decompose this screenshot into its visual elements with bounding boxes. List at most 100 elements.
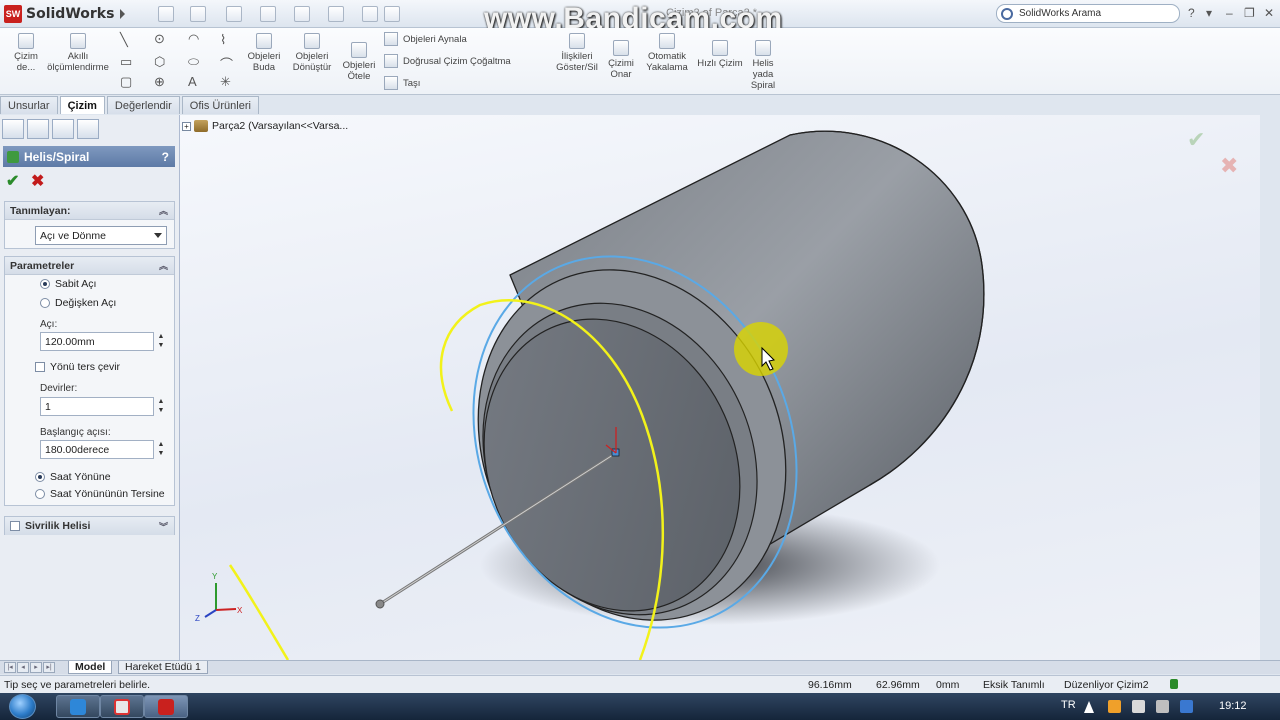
sketch-endpoint[interactable] xyxy=(375,599,385,609)
display-relations-button[interactable]: İlişkileri Göster/Sil xyxy=(554,33,600,73)
move-entities-button[interactable]: Taşı xyxy=(384,76,420,90)
pitch-field[interactable]: 120.00mm xyxy=(40,332,154,351)
pitch-spinner[interactable]: ▲ ▼ xyxy=(156,332,166,351)
tab-model[interactable]: Model xyxy=(68,661,113,674)
new-document-icon[interactable] xyxy=(158,6,174,22)
start-button[interactable] xyxy=(9,694,36,719)
ok-button[interactable]: ✔ xyxy=(6,171,19,191)
point-icon[interactable]: ⊕ xyxy=(154,74,165,90)
trim-entities-button[interactable]: Objeleri Buda xyxy=(244,33,284,73)
mirror-label: Objeleri Aynala xyxy=(403,33,467,45)
model-viewport[interactable]: Y X Z xyxy=(180,115,1260,660)
revolutions-spinner[interactable]: ▲ ▼ xyxy=(156,397,166,416)
first-tab-icon[interactable]: |◂ xyxy=(4,662,16,673)
expand-icon[interactable]: ︾ xyxy=(159,520,168,533)
sketch-button[interactable]: Çizim de... xyxy=(8,33,44,73)
search-input[interactable]: SolidWorks Arama xyxy=(1019,8,1101,19)
help-icon[interactable]: ? xyxy=(162,150,169,164)
plane-icon[interactable]: ✳ xyxy=(220,74,231,90)
reverse-direction-checkbox[interactable]: Yönü ters çevir xyxy=(35,361,120,373)
arc-icon[interactable]: ◠ xyxy=(188,31,199,47)
confirm-corner-ok-icon[interactable]: ✔ xyxy=(1187,127,1205,153)
spline-icon[interactable]: ⌇ xyxy=(220,32,226,48)
select-icon[interactable] xyxy=(328,6,344,22)
line-icon[interactable]: ╲ xyxy=(120,32,128,48)
close-button[interactable]: ✕ xyxy=(1264,6,1274,20)
last-tab-icon[interactable]: ▸| xyxy=(43,662,55,673)
help-dropdown-button[interactable]: ▾ xyxy=(1206,6,1212,20)
cancel-button[interactable]: ✖ xyxy=(31,171,44,191)
taskbar-clock[interactable]: 19:12 xyxy=(1219,700,1247,712)
taskbar-ie[interactable] xyxy=(56,695,100,718)
variable-pitch-radio[interactable]: Değişken Açı xyxy=(40,297,116,309)
tab-features[interactable]: Unsurlar xyxy=(0,96,58,114)
undo-icon[interactable] xyxy=(294,6,310,22)
tab-sketch[interactable]: Çizim xyxy=(59,96,105,114)
constant-pitch-radio[interactable]: Sabit Açı xyxy=(40,278,96,290)
save-icon[interactable] xyxy=(226,6,242,22)
language-indicator[interactable]: TR xyxy=(1061,699,1076,711)
smart-dimension-button[interactable]: Akıllı ölçümlendirme xyxy=(44,33,112,73)
parameters-header[interactable]: Parametreler ︽ xyxy=(5,257,174,275)
property-manager-icon[interactable] xyxy=(27,119,49,139)
options-icon[interactable] xyxy=(384,6,400,22)
circle-icon[interactable]: ⊙ xyxy=(154,31,165,47)
text-icon[interactable]: A xyxy=(188,74,197,89)
tab-evaluate[interactable]: Değerlendir xyxy=(106,96,180,114)
counterclockwise-label: Saat Yönününün Tersine xyxy=(50,488,165,500)
convert-entities-button[interactable]: Objeleri Dönüştür xyxy=(290,33,334,73)
feature-manager-icon[interactable] xyxy=(2,119,24,139)
polygon-icon[interactable]: ⬡ xyxy=(154,54,165,70)
open-document-icon[interactable] xyxy=(190,6,206,22)
next-tab-icon[interactable]: ▸ xyxy=(30,662,42,673)
restore-button[interactable]: ❐ xyxy=(1244,6,1255,20)
taskbar-solidworks[interactable] xyxy=(144,695,188,718)
linear-pattern-button[interactable]: Doğrusal Çizim Çoğaltma xyxy=(384,54,511,68)
menu-arrow-icon[interactable] xyxy=(120,9,126,19)
help-button[interactable]: ? xyxy=(1188,6,1195,20)
prev-tab-icon[interactable]: ◂ xyxy=(17,662,29,673)
rapid-sketch-button[interactable]: Hızlı Çizim xyxy=(696,40,744,69)
configuration-manager-icon[interactable] xyxy=(52,119,74,139)
confirm-corner-cancel-icon[interactable]: ✖ xyxy=(1220,153,1238,179)
quick-snaps-button[interactable]: Otomatik Yakalama xyxy=(642,33,692,73)
taskbar-yandex[interactable] xyxy=(100,695,144,718)
collapse-icon[interactable]: ︽ xyxy=(159,259,168,272)
search-box[interactable]: SolidWorks Arama xyxy=(996,4,1180,23)
network-icon[interactable] xyxy=(1132,700,1145,713)
slot-icon[interactable]: ▢ xyxy=(120,74,132,90)
counterclockwise-radio[interactable]: Saat Yönününün Tersine xyxy=(35,488,165,500)
minimize-button[interactable]: – xyxy=(1226,6,1233,20)
defined-by-select[interactable]: Açı ve Dönme xyxy=(35,226,167,245)
graphics-area[interactable]: + Parça2 (Varsayılan<<Varsa... Y X Z ✔ ✖ xyxy=(180,115,1260,660)
show-hidden-icons-icon[interactable] xyxy=(1084,701,1094,713)
ellipse-icon[interactable]: ⬭ xyxy=(188,54,199,70)
taper-helix-checkbox[interactable] xyxy=(10,521,20,531)
revolutions-field[interactable]: 1 xyxy=(40,397,154,416)
collapse-icon[interactable]: ︽ xyxy=(159,204,168,217)
rebuild-indicator-icon[interactable] xyxy=(1170,679,1178,689)
helix-spiral-header: Helis/Spiral ? xyxy=(3,146,175,167)
mirror-entities-button[interactable]: Objeleri Aynala xyxy=(384,32,467,46)
print-icon[interactable] xyxy=(260,6,276,22)
helix-label-2: yada xyxy=(752,69,774,80)
taper-helix-header[interactable]: Sivrilik Helisi ︾ xyxy=(5,517,174,535)
tab-office-products[interactable]: Ofis Ürünleri xyxy=(181,96,259,114)
bluetooth-icon[interactable] xyxy=(1180,700,1193,713)
clockwise-radio[interactable]: Saat Yönüne xyxy=(35,471,111,483)
dim-xpert-icon[interactable] xyxy=(77,119,99,139)
solidworks-logo[interactable]: SW SolidWorks xyxy=(4,4,128,24)
rectangle-icon[interactable]: ▭ xyxy=(120,54,132,70)
tab-motion-study[interactable]: Hareket Etüdü 1 xyxy=(118,661,208,674)
trim-icon xyxy=(256,33,272,49)
offset-entities-button[interactable]: Objeleri Ötele xyxy=(340,42,378,82)
tray-app-icon[interactable] xyxy=(1108,700,1121,713)
helix-spiral-button[interactable]: Helis yada Spiral xyxy=(748,40,778,91)
rebuild-icon[interactable] xyxy=(362,6,378,22)
start-angle-spinner[interactable]: ▲ ▼ xyxy=(156,440,166,459)
start-angle-field[interactable]: 180.00derece xyxy=(40,440,154,459)
volume-icon[interactable] xyxy=(1156,700,1169,713)
fillet-icon[interactable]: ⌒ xyxy=(220,54,233,73)
defined-by-header[interactable]: Tanımlayan: ︽ xyxy=(5,202,174,220)
repair-sketch-button[interactable]: Çizimi Onar xyxy=(604,40,638,80)
